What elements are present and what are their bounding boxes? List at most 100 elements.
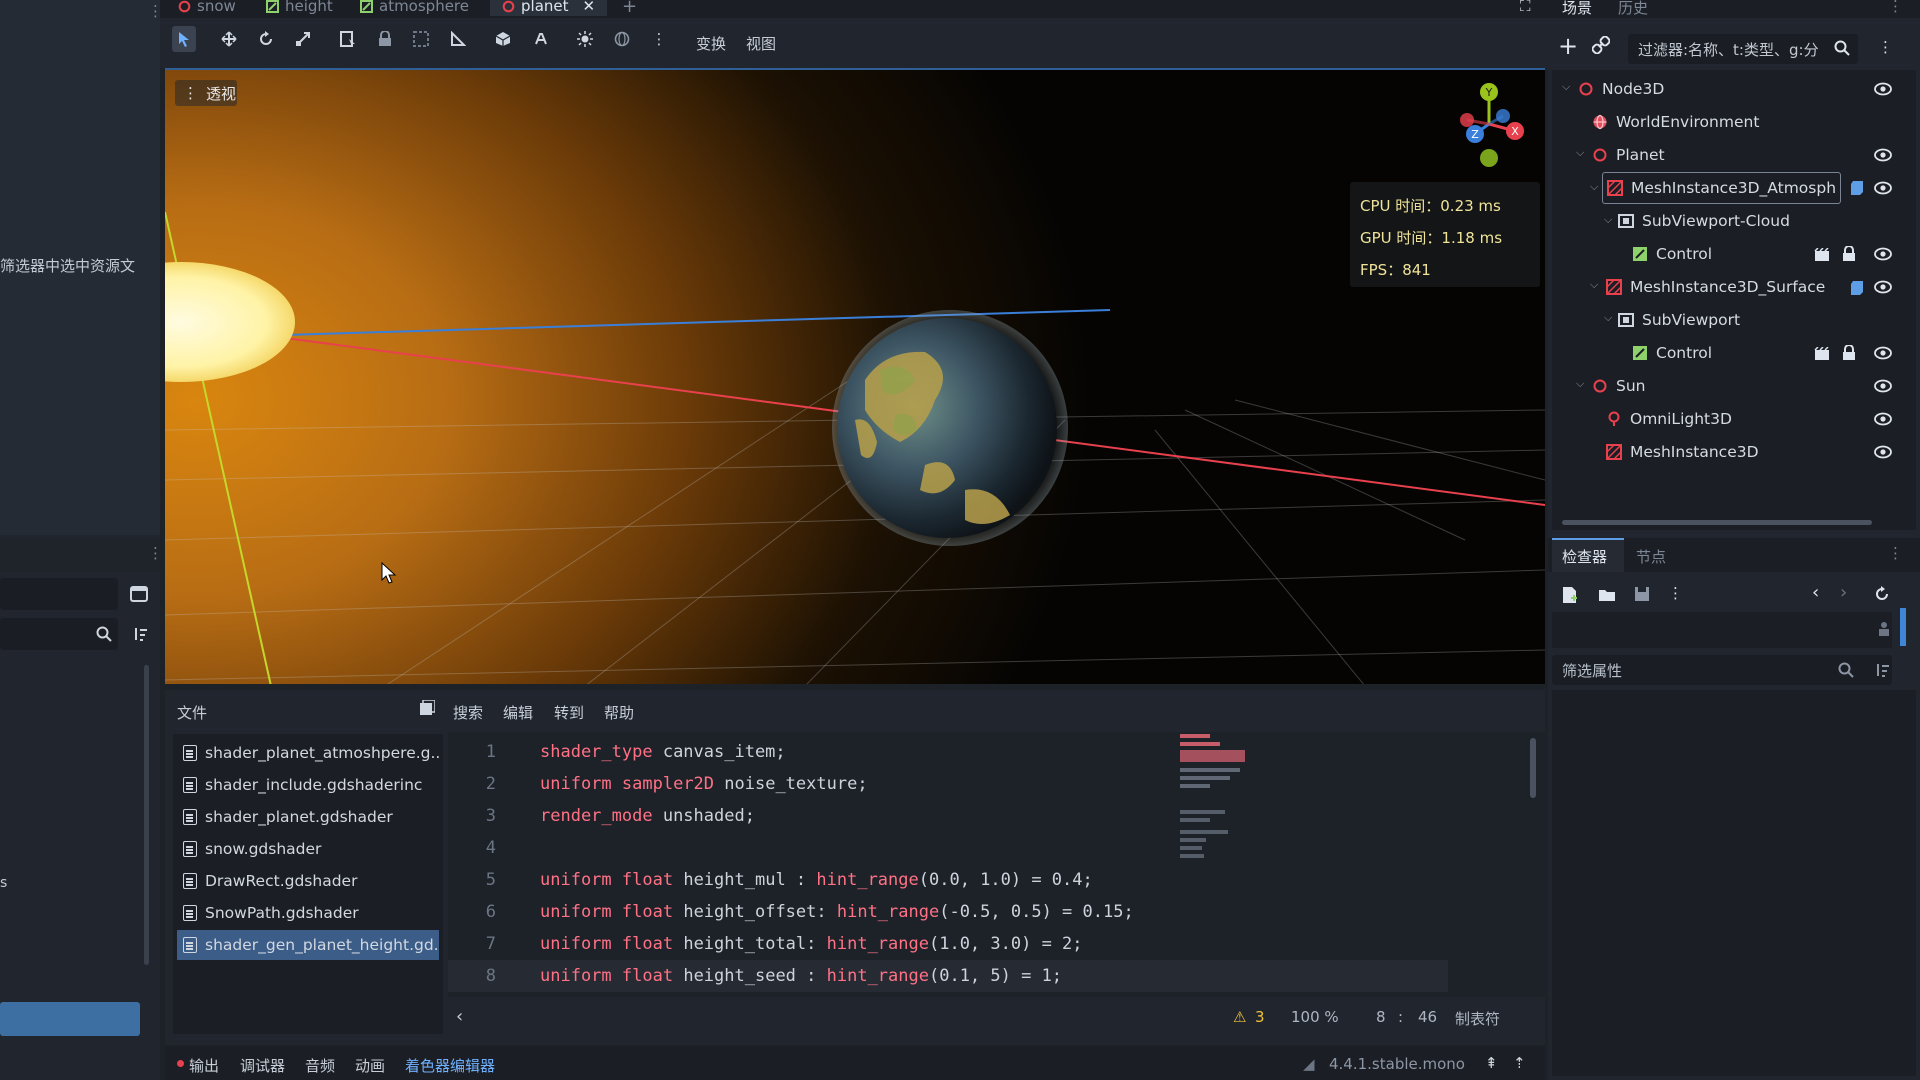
object-properties-icon[interactable] — [1876, 620, 1892, 638]
tab-node[interactable]: 节点 — [1636, 546, 1666, 567]
visibility-eye-icon[interactable] — [1874, 379, 1892, 393]
chevron-down-icon[interactable]: ⌵ — [1576, 377, 1586, 390]
file-menu[interactable]: 文件 — [177, 702, 207, 723]
left-scrollbar[interactable] — [144, 665, 149, 965]
split-view-icon[interactable] — [128, 584, 150, 604]
add-node-icon[interactable]: + — [1558, 32, 1578, 60]
ruler-button[interactable] — [446, 26, 470, 52]
help-menu[interactable]: 帮助 — [604, 702, 634, 723]
left-path-field[interactable] — [0, 578, 118, 610]
visibility-eye-icon[interactable] — [1874, 346, 1892, 360]
search-icon[interactable] — [94, 624, 114, 644]
left-dock-menu-icon[interactable]: ⋮ — [148, 2, 160, 20]
code-line[interactable]: 1 shader_type canvas_item; — [448, 736, 1448, 768]
code-line[interactable]: 7 uniform float height_total: hint_range(… — [448, 928, 1448, 960]
list-select-button[interactable] — [336, 26, 360, 52]
code-editor[interactable]: 1 shader_type canvas_item; 2 uniform sample… — [448, 732, 1545, 997]
tab-height[interactable]: height — [266, 0, 333, 16]
tab-scene[interactable]: 场景 — [1562, 0, 1592, 18]
chevron-down-icon[interactable]: ⌵ — [1590, 278, 1600, 291]
code-line[interactable]: 2 uniform sampler2D noise_texture; — [448, 768, 1448, 800]
scene-options-icon[interactable]: ⋮ — [1878, 38, 1893, 56]
edit-menu[interactable]: 编辑 — [503, 702, 533, 723]
add-tab-button[interactable]: + — [622, 0, 637, 17]
sort-icon[interactable] — [1874, 662, 1890, 678]
chevron-down-icon[interactable]: ⌵ — [1576, 146, 1586, 159]
lock-icon[interactable] — [1842, 246, 1856, 262]
search-icon[interactable] — [1834, 40, 1850, 56]
tree-node-subviewport-cloud[interactable]: SubViewport-Cloud — [1618, 206, 1790, 236]
lock-button[interactable] — [373, 26, 397, 52]
tree-node-control[interactable]: Control — [1632, 239, 1712, 269]
tree-horizontal-scrollbar[interactable] — [1562, 520, 1872, 525]
perspective-menu-button[interactable]: ⋮ 透视 — [175, 80, 237, 106]
tree-node-worldenvironment[interactable]: WorldEnvironment — [1592, 107, 1759, 137]
tab-planet[interactable]: planet ✕ — [490, 0, 608, 16]
list-item[interactable]: shader_planet_atmoshpere.g... — [177, 738, 439, 768]
search-menu[interactable]: 搜索 — [453, 702, 483, 723]
tab-inspector[interactable]: 检查器 — [1562, 546, 1607, 567]
close-icon[interactable]: ✕ — [583, 0, 596, 15]
local-space-button[interactable] — [491, 26, 515, 52]
history-back-icon[interactable]: ‹ — [1812, 582, 1819, 603]
rotate-tool-button[interactable] — [254, 26, 278, 52]
inspector-object-path[interactable] — [1552, 612, 1892, 648]
left-selected-item[interactable] — [0, 1002, 140, 1036]
group-button[interactable] — [409, 26, 433, 52]
tab-atmosphere[interactable]: atmosphere — [360, 0, 469, 16]
visibility-eye-icon[interactable] — [1874, 82, 1892, 96]
open-folder-icon[interactable] — [1598, 588, 1616, 602]
tab-audio[interactable]: 音频 — [305, 1055, 335, 1076]
3d-viewport[interactable]: ⋮ 透视 Y Z X CPU 时间：0.23 ms GPU 时间：1.18 ms… — [165, 68, 1545, 684]
list-item[interactable]: shader_planet.gdshader — [177, 802, 439, 832]
tree-node-node3d[interactable]: Node3D — [1578, 74, 1664, 104]
tab-debugger[interactable]: 调试器 — [240, 1055, 285, 1076]
sun-preview-button[interactable] — [573, 26, 597, 52]
code-minimap[interactable] — [1180, 734, 1260, 874]
search-icon[interactable] — [1838, 662, 1854, 678]
list-item[interactable]: shader_include.gdshaderinc — [177, 770, 439, 800]
toggle-files-panel-button[interactable] — [419, 700, 435, 716]
goto-menu[interactable]: 转到 — [554, 702, 584, 723]
scene-filter-input[interactable]: 过滤器:名称、t:类型、g:分 — [1628, 34, 1858, 64]
view-menu[interactable]: 视图 — [746, 33, 776, 54]
save-icon[interactable] — [1634, 586, 1650, 602]
chevron-down-icon[interactable]: ⌵ — [1590, 180, 1600, 193]
sort-icon[interactable] — [130, 624, 150, 644]
script-icon[interactable] — [1850, 180, 1864, 196]
lock-icon[interactable] — [1842, 345, 1856, 361]
code-line[interactable]: 6 uniform float height_offset: hint_range… — [448, 896, 1448, 928]
expand-panel-icon[interactable]: ⇡ — [1513, 1054, 1526, 1072]
move-tool-button[interactable] — [217, 26, 241, 52]
new-resource-icon[interactable] — [1562, 586, 1578, 604]
visibility-eye-icon[interactable] — [1874, 280, 1892, 294]
more-options-button[interactable]: ⋮ — [647, 26, 671, 52]
tab-output[interactable]: 输出 — [189, 1055, 219, 1076]
script-icon[interactable] — [1850, 280, 1864, 296]
list-item[interactable]: DrawRect.gdshader — [177, 866, 439, 896]
list-item[interactable]: SnowPath.gdshader — [177, 898, 439, 928]
recent-history-icon[interactable] — [1874, 586, 1890, 602]
link-icon[interactable] — [1592, 36, 1610, 54]
distraction-free-icon[interactable]: ⛶ — [1520, 0, 1531, 15]
visibility-eye-icon[interactable] — [1874, 148, 1892, 162]
orientation-gizmo[interactable]: Y Z X — [1443, 78, 1543, 170]
tree-node-meshinstance3d[interactable]: MeshInstance3D — [1606, 437, 1759, 467]
code-line[interactable]: 5 uniform float height_mul : hint_range(0… — [448, 864, 1448, 896]
inspector-more-icon[interactable]: ⋮ — [1668, 584, 1683, 602]
code-line[interactable]: 4 — [448, 832, 1448, 864]
warning-icon[interactable]: ⚠ — [1233, 1008, 1246, 1026]
tree-node-control[interactable]: Control — [1632, 338, 1712, 368]
code-scrollbar[interactable] — [1530, 738, 1536, 798]
visibility-eye-icon[interactable] — [1874, 412, 1892, 426]
tab-history[interactable]: 历史 — [1618, 0, 1648, 18]
environment-preview-button[interactable] — [610, 26, 634, 52]
visibility-eye-icon[interactable] — [1874, 181, 1892, 195]
chevron-down-icon[interactable]: ⌵ — [1604, 311, 1614, 324]
tree-node-planet[interactable]: Planet — [1592, 140, 1665, 170]
transform-menu[interactable]: 变换 — [696, 33, 726, 54]
code-line[interactable]: 8 uniform float height_seed : hint_range(… — [448, 960, 1448, 992]
tab-shader-editor[interactable]: 着色器编辑器 — [405, 1055, 495, 1076]
film-icon[interactable] — [1814, 347, 1830, 361]
select-tool-button[interactable] — [172, 26, 196, 52]
